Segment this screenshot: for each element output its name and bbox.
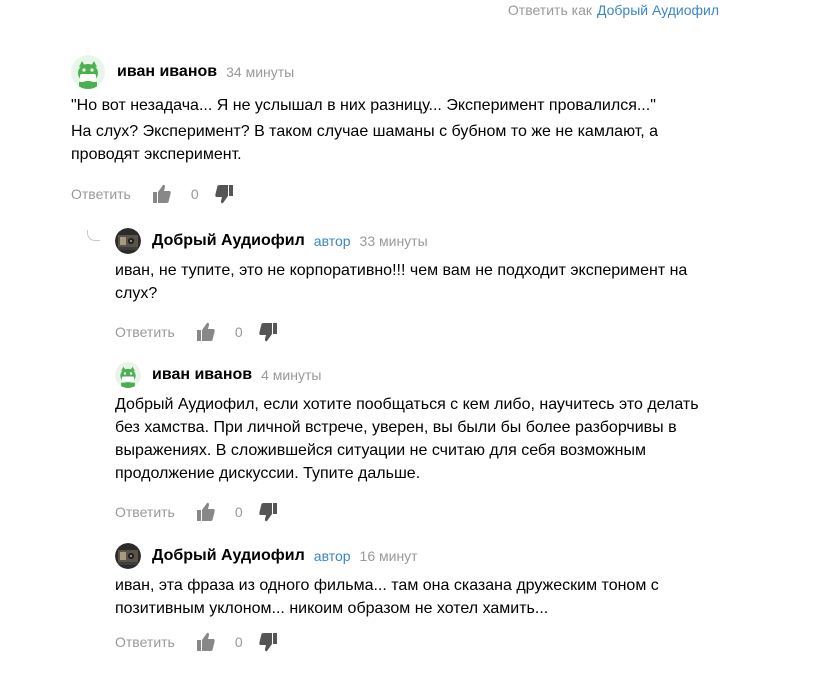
reply-button[interactable]: Ответить bbox=[71, 186, 131, 202]
comment-time[interactable]: 34 минуты bbox=[226, 64, 294, 80]
green-mask-avatar-icon bbox=[71, 55, 105, 89]
comment-body: Добрый Аудиофил, если хотите пообщаться … bbox=[115, 393, 725, 485]
thumbs-down-icon[interactable] bbox=[214, 184, 233, 204]
comment-header: иван иванов 4 минуты bbox=[115, 357, 725, 393]
comment: Добрый Аудиофил автор 16 минут иван, эта… bbox=[115, 538, 725, 653]
comment: иван иванов 4 минуты Добрый Аудиофил, ес… bbox=[115, 357, 725, 523]
vote-count: 0 bbox=[234, 504, 243, 520]
avatar[interactable] bbox=[71, 55, 105, 89]
author-badge: автор bbox=[313, 548, 351, 564]
vote-count: 0 bbox=[234, 634, 243, 650]
comment-author[interactable]: иван иванов bbox=[152, 366, 252, 384]
comment-paragraph: иван, не тупите, это не корпоративно!!! … bbox=[115, 262, 688, 302]
avatar[interactable] bbox=[115, 543, 141, 569]
comment-author[interactable]: иван иванов bbox=[117, 63, 217, 81]
vote-count: 0 bbox=[234, 324, 243, 340]
avatar[interactable] bbox=[115, 228, 141, 254]
thumbs-up-icon[interactable] bbox=[196, 322, 215, 342]
comment-paragraph: иван, эта фраза из одного фильма... там … bbox=[115, 577, 659, 617]
comment-header: Добрый Аудиофил автор 33 минуты bbox=[115, 223, 715, 259]
comment-paragraph: Добрый Аудиофил, если хотите пообщаться … bbox=[115, 396, 699, 482]
thumbs-down-icon[interactable] bbox=[258, 322, 277, 342]
green-mask-avatar-icon bbox=[115, 362, 141, 388]
thumbs-down-icon[interactable] bbox=[258, 632, 277, 652]
audio-equipment-avatar-icon bbox=[115, 228, 141, 254]
reply-as-bar: Ответить как Добрый Аудиофил bbox=[508, 2, 719, 18]
comment-paragraph: На слух? Эксперимент? В таком случае шам… bbox=[71, 123, 659, 163]
comment-time[interactable]: 4 минуты bbox=[261, 367, 321, 383]
comment-author[interactable]: Добрый Аудиофил bbox=[152, 547, 305, 565]
comment-actions: Ответить 0 bbox=[115, 501, 725, 523]
comment-actions: Ответить 0 bbox=[71, 183, 731, 205]
comment-header: Добрый Аудиофил автор 16 минут bbox=[115, 538, 725, 574]
reply-button[interactable]: Ответить bbox=[115, 504, 175, 520]
thumbs-up-icon[interactable] bbox=[152, 184, 171, 204]
comment-time[interactable]: 16 минут bbox=[360, 548, 418, 564]
comment: иван иванов 34 минуты "Но вот незадача..… bbox=[71, 54, 731, 205]
comment-actions: Ответить 0 bbox=[115, 321, 715, 343]
avatar[interactable] bbox=[115, 362, 141, 388]
reply-button[interactable]: Ответить bbox=[115, 634, 175, 650]
comment-time[interactable]: 33 минуты bbox=[360, 233, 428, 249]
comment-actions: Ответить 0 bbox=[115, 631, 725, 653]
comment-header: иван иванов 34 минуты bbox=[71, 54, 731, 90]
comment-body: "Но вот незадача... Я не услышал в них р… bbox=[71, 94, 731, 166]
thumbs-down-icon[interactable] bbox=[258, 502, 277, 522]
comment-author[interactable]: Добрый Аудиофил bbox=[152, 232, 305, 250]
author-badge: автор bbox=[313, 233, 351, 249]
comment-paragraph: "Но вот незадача... Я не услышал в них р… bbox=[71, 97, 656, 114]
thread-connector bbox=[87, 230, 100, 241]
reply-button[interactable]: Ответить bbox=[115, 324, 175, 340]
thumbs-up-icon[interactable] bbox=[196, 632, 215, 652]
vote-count: 0 bbox=[190, 186, 199, 202]
comment: Добрый Аудиофил автор 33 минуты иван, не… bbox=[115, 223, 715, 343]
reply-as-prefix: Ответить как bbox=[507, 2, 592, 18]
reply-as-user-link[interactable]: Добрый Аудиофил bbox=[597, 2, 719, 18]
audio-equipment-avatar-icon bbox=[115, 543, 141, 569]
comment-body: иван, не тупите, это не корпоративно!!! … bbox=[115, 259, 715, 305]
comment-body: иван, эта фраза из одного фильма... там … bbox=[115, 574, 725, 620]
thumbs-up-icon[interactable] bbox=[196, 502, 215, 522]
